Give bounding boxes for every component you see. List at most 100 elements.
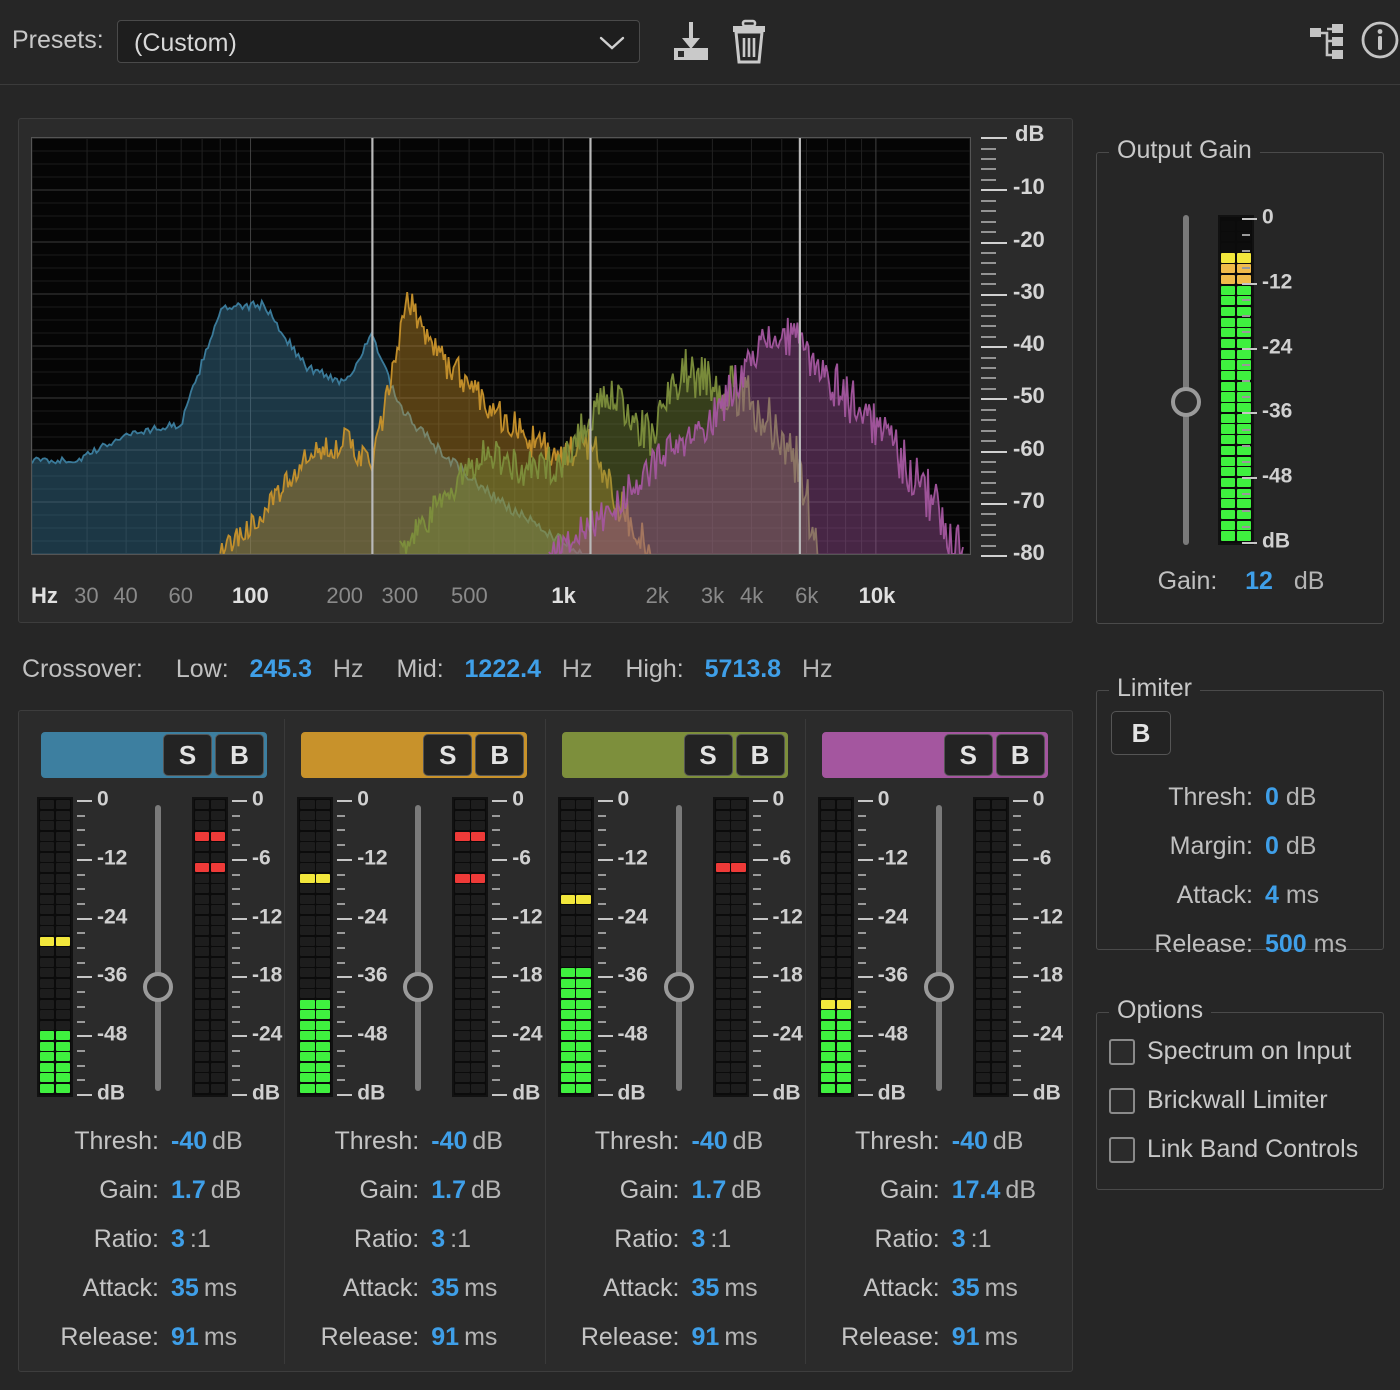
param-number[interactable]: 35 [692, 1274, 720, 1302]
crossover-low-value[interactable]: 245.3 [250, 655, 313, 683]
param-number[interactable]: 91 [952, 1323, 980, 1351]
param-number[interactable]: 91 [171, 1323, 199, 1351]
band-3-threshold-fader-track[interactable] [675, 805, 682, 1091]
band-3-solo-button[interactable]: S [683, 734, 733, 776]
output-gain-value-row[interactable]: Gain: 12 dB [1097, 567, 1385, 596]
param-value[interactable]: 35 ms [171, 1274, 284, 1303]
param-number[interactable]: 1.7 [692, 1176, 727, 1204]
param-value[interactable]: 35 ms [952, 1274, 1065, 1303]
db-axis-tick [981, 137, 1007, 139]
param-value[interactable]: 91 ms [692, 1323, 805, 1352]
param-number[interactable]: 3 [692, 1225, 706, 1253]
band-1-solo-button[interactable]: S [163, 734, 212, 776]
limiter-number[interactable]: 4 [1265, 881, 1279, 909]
crossover-low[interactable]: Low: 245.3 Hz [176, 655, 371, 683]
band-2-solo-button[interactable]: S [423, 734, 473, 776]
checkbox-icon[interactable] [1109, 1087, 1135, 1114]
param-number[interactable]: 35 [431, 1274, 459, 1302]
band-3-header[interactable]: SB [561, 732, 788, 778]
meter-segment [455, 1031, 486, 1040]
param-value[interactable]: 91 ms [952, 1323, 1065, 1352]
param-value[interactable]: 17.4 dB [952, 1176, 1065, 1205]
band-4-bypass-button[interactable]: B [995, 734, 1045, 776]
param-number[interactable]: 3 [171, 1225, 185, 1253]
trash-icon[interactable] [726, 16, 772, 66]
param-value[interactable]: 91 ms [171, 1323, 284, 1352]
limiter-number[interactable]: 500 [1265, 930, 1307, 958]
band-2-bypass-button[interactable]: B [475, 734, 525, 776]
output-gain-value[interactable]: 12 [1245, 567, 1273, 595]
param-number[interactable]: 91 [692, 1323, 720, 1351]
param-value[interactable]: 1.7 dB [692, 1176, 805, 1205]
crossover-high[interactable]: High: 5713.8 Hz [625, 655, 832, 683]
meter-segment [975, 800, 1006, 809]
limiter-value[interactable]: 0 dB [1265, 783, 1375, 812]
crossover-mid-value[interactable]: 1222.4 [465, 655, 541, 683]
save-preset-icon[interactable] [668, 18, 714, 64]
checkbox-icon[interactable] [1109, 1038, 1135, 1065]
band-4-header[interactable]: SB [821, 732, 1048, 778]
param-value[interactable]: 35 ms [431, 1274, 544, 1303]
option-3[interactable]: Link Band Controls [1109, 1135, 1358, 1164]
param-value[interactable]: 3:1 [692, 1225, 805, 1254]
meter-scale-minor-tick [752, 1079, 761, 1082]
meter-scale-label: -6 [512, 846, 531, 870]
band-1-header[interactable]: SB [41, 732, 267, 778]
param-number[interactable]: 3 [952, 1225, 966, 1253]
param-number[interactable]: 91 [431, 1323, 459, 1351]
param-value[interactable]: 91 ms [431, 1323, 544, 1352]
param-number[interactable]: -40 [952, 1127, 988, 1155]
limiter-bypass-button[interactable]: B [1111, 711, 1171, 755]
param-value[interactable]: -40 dB [431, 1127, 544, 1156]
param-value[interactable]: 1.7 dB [171, 1176, 284, 1205]
limiter-number[interactable]: 0 [1265, 783, 1279, 811]
meter-segment [560, 894, 591, 904]
crossover-high-value[interactable]: 5713.8 [705, 655, 781, 683]
param-value[interactable]: -40 dB [692, 1127, 805, 1156]
param-number[interactable]: 1.7 [171, 1176, 206, 1204]
param-value[interactable]: 3:1 [431, 1225, 544, 1254]
param-number[interactable]: 1.7 [431, 1176, 466, 1204]
band-1-threshold-fader-knob[interactable] [143, 972, 173, 1002]
output-gain-fader-track[interactable] [1183, 215, 1189, 545]
meter-scale-minor-tick [337, 873, 346, 876]
param-value[interactable]: 3:1 [952, 1225, 1065, 1254]
limiter-number[interactable]: 0 [1265, 832, 1279, 860]
param-value[interactable]: -40 dB [952, 1127, 1065, 1156]
output-gain-fader-knob[interactable] [1171, 387, 1201, 417]
band-2-header[interactable]: SB [301, 732, 528, 778]
option-2[interactable]: Brickwall Limiter [1109, 1086, 1328, 1115]
param-value[interactable]: 1.7 dB [431, 1176, 544, 1205]
crossover-mid[interactable]: Mid: 1222.4 Hz [396, 655, 599, 683]
band-1-bypass-button[interactable]: B [215, 734, 264, 776]
param-number[interactable]: -40 [692, 1127, 728, 1155]
param-value[interactable]: 3:1 [171, 1225, 284, 1254]
band-4-threshold-fader-track[interactable] [935, 805, 942, 1091]
param-number[interactable]: 17.4 [952, 1176, 1001, 1204]
band-1-threshold-fader-track[interactable] [155, 805, 161, 1091]
routing-chain-icon[interactable] [1306, 20, 1348, 62]
band-4-solo-button[interactable]: S [943, 734, 993, 776]
band-2-threshold-fader-knob[interactable] [403, 972, 434, 1002]
param-number[interactable]: -40 [171, 1127, 207, 1155]
meter-segment [455, 863, 486, 872]
param-value[interactable]: 35 ms [692, 1274, 805, 1303]
preset-dropdown[interactable]: (Custom) [117, 20, 640, 63]
meter-segment [40, 989, 70, 998]
band-4-threshold-fader-knob[interactable] [923, 972, 954, 1002]
param-value[interactable]: -40 dB [171, 1127, 284, 1156]
band-3-threshold-fader-knob[interactable] [663, 972, 694, 1002]
param-number[interactable]: -40 [431, 1127, 467, 1155]
checkbox-icon[interactable] [1109, 1136, 1135, 1163]
band-3-bypass-button[interactable]: B [735, 734, 785, 776]
spectrum-plot[interactable] [31, 137, 971, 555]
limiter-value[interactable]: 500 ms [1265, 930, 1375, 959]
param-number[interactable]: 3 [431, 1225, 445, 1253]
option-1[interactable]: Spectrum on Input [1109, 1037, 1351, 1066]
limiter-value[interactable]: 0 dB [1265, 832, 1375, 861]
limiter-value[interactable]: 4 ms [1265, 881, 1375, 910]
param-number[interactable]: 35 [952, 1274, 980, 1302]
band-2-threshold-fader-track[interactable] [415, 805, 422, 1091]
info-circle-icon[interactable] [1360, 20, 1400, 60]
param-number[interactable]: 35 [171, 1274, 199, 1302]
